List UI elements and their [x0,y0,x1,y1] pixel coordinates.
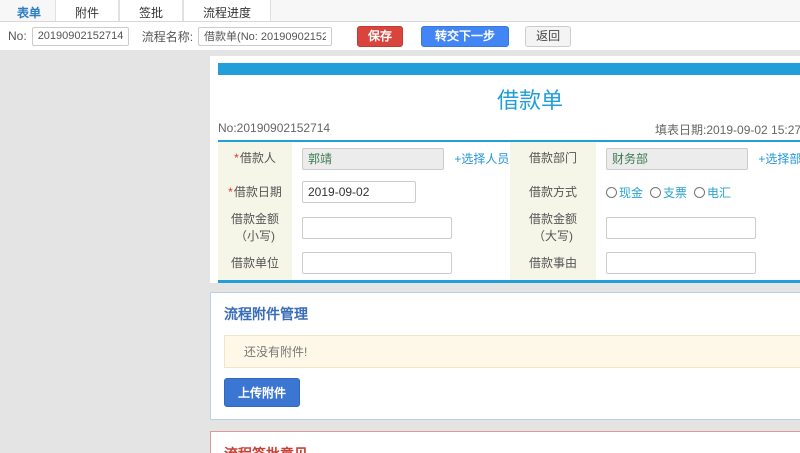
tab-attachments[interactable]: 附件 [55,0,120,21]
loan-date-label: *借款日期 [218,175,292,209]
attachments-section-title: 流程附件管理 [224,305,308,322]
cash-radio[interactable] [606,186,617,198]
amount-upper-label-text: 借款金额（大写) [528,212,577,243]
approval-comments-panel: 流程签批意见 B I abc A [210,430,800,453]
loan-form-panel: 借款单 No:20190902152714 填表日期:2019-09-02 15… [210,56,800,283]
table-row: *借款日期 借款方式 现金 支票 电汇 [218,175,800,209]
amount-lower-label-text: 借款金额（小写) [230,212,279,243]
department-cell: +选择部门 [596,141,800,175]
loan-unit-label: 借款单位 [218,247,292,281]
amount-uppercase-input[interactable] [606,217,756,239]
cheque-radio-label: 支票 [663,185,688,200]
cash-radio-label: 现金 [619,185,644,200]
amount-upper-cell [596,209,800,247]
payment-method-radio-group: 现金 支票 电汇 [606,184,800,201]
loan-fields-table: *借款人 +选择人员 借款部门 +选择部门 *借款日期 [218,140,800,283]
save-button[interactable]: 保存 [357,25,404,47]
loan-method-label: 借款方式 [510,175,596,209]
wire-radio[interactable] [694,186,706,198]
form-title: 借款单 [496,88,563,113]
select-person-link[interactable]: +选择人员 [454,152,509,166]
top-tab-bar: 表单 附件 签批 流程进度 [0,0,800,22]
flow-name-label: 流程名称: [141,29,194,44]
amount-upper-label: 借款金额（大写) [510,209,596,247]
form-no-text: No:20190902152714 [218,121,331,135]
form-fill-date-text: 填表日期:2019-09-02 15:27:1 [655,123,800,137]
tab-progress[interactable]: 流程进度 [183,0,272,21]
wire-radio-label: 电汇 [707,185,732,200]
loan-reason-label: 借款事由 [510,247,596,281]
forward-next-step-button[interactable]: 转交下一步 [421,25,510,47]
amount-lower-label: 借款金额（小写) [218,209,292,247]
loan-reason-label-text: 借款事由 [528,255,577,270]
select-department-link[interactable]: +选择部门 [758,152,800,166]
no-input[interactable] [31,26,129,46]
amount-lowercase-input[interactable] [302,217,452,239]
required-mark: * [234,151,239,165]
borrower-cell: +选择人员 [292,141,510,175]
flow-toolbar: No: 流程名称: 保存 转交下一步 返回 [0,22,800,51]
loan-unit-cell [292,247,510,281]
radio-wire[interactable]: 电汇 [694,184,731,201]
form-header-bar [218,63,800,75]
department-label: 借款部门 [510,141,596,175]
tab-sign[interactable]: 签批 [119,0,184,21]
content-area: 借款单 No:20190902152714 填表日期:2019-09-02 15… [0,51,800,453]
loan-date-cell [292,175,510,209]
tab-form[interactable]: 表单 [7,0,51,21]
table-row: 借款单位 借款事由 [218,247,800,281]
department-label-text: 借款部门 [528,151,577,165]
loan-method-cell: 现金 支票 电汇 [596,175,800,209]
radio-cash[interactable]: 现金 [606,184,643,201]
radio-cheque[interactable]: 支票 [650,184,687,201]
borrower-label-text: 借款人 [239,151,276,165]
back-button[interactable]: 返回 [525,25,572,47]
department-input[interactable] [606,147,748,170]
amount-lower-cell [292,209,510,247]
required-mark: * [228,184,233,199]
loan-unit-input[interactable] [302,252,452,275]
flow-name-input[interactable] [198,26,333,46]
form-meta-row: No:20190902152714 填表日期:2019-09-02 15:27:… [218,120,800,137]
loan-reason-input[interactable] [606,252,756,275]
approval-section-title: 流程签批意见 [224,444,800,453]
no-label: No: [8,29,27,43]
cheque-radio[interactable] [650,186,662,198]
table-row: 借款金额（小写) 借款金额（大写) [218,209,800,247]
no-attachments-message: 还没有附件! [224,334,800,368]
borrower-input[interactable] [302,147,444,170]
loan-unit-label-text: 借款单位 [230,255,279,270]
loan-method-label-text: 借款方式 [528,184,577,199]
upload-attachment-button[interactable]: 上传附件 [224,377,301,407]
loan-date-input[interactable] [302,181,416,203]
loan-date-label-text: 借款日期 [233,184,282,199]
table-row: *借款人 +选择人员 借款部门 +选择部门 [218,141,800,175]
loan-reason-cell [596,247,800,281]
borrower-label: *借款人 [218,141,292,175]
attachments-panel: 流程附件管理 还没有附件! 上传附件 [210,291,800,420]
